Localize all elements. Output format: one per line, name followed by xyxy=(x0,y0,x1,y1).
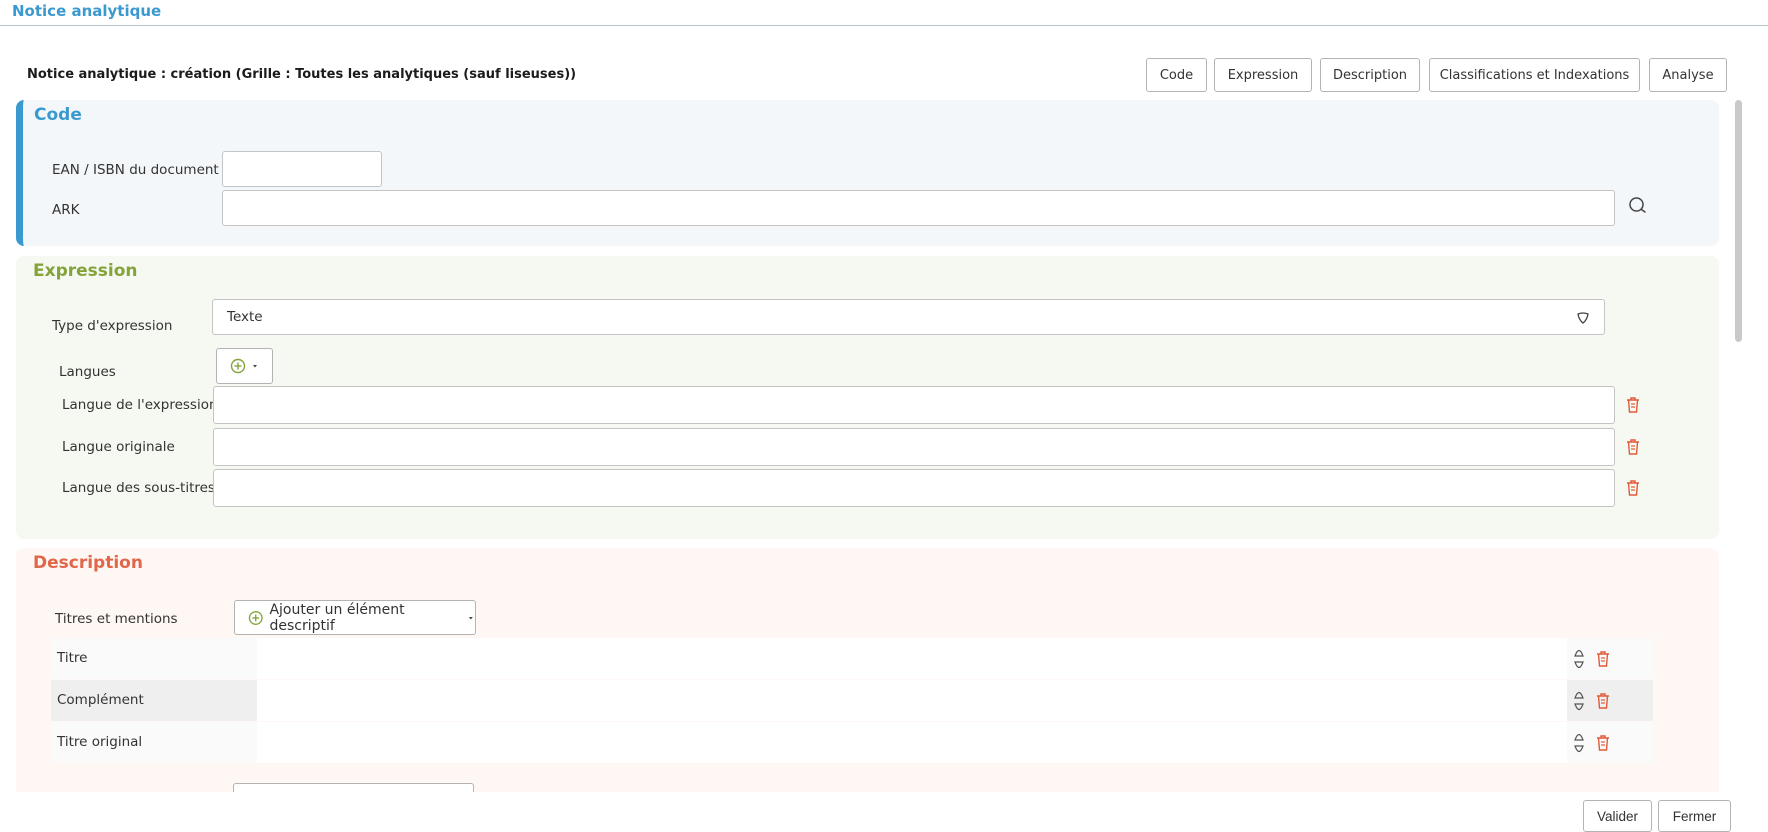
nav-expression-button[interactable]: Expression xyxy=(1214,58,1312,92)
close-button[interactable]: Fermer xyxy=(1658,800,1731,832)
trash-icon[interactable] xyxy=(1595,692,1611,710)
reorder-icon[interactable] xyxy=(1573,688,1585,714)
expression-type-value: Texte xyxy=(227,309,263,325)
chevron-down-icon xyxy=(1577,312,1589,324)
trash-icon[interactable] xyxy=(1625,396,1641,414)
description-section: Description Titres et mentions Ajouter u… xyxy=(16,548,1719,792)
language-row: Langue originale xyxy=(16,426,1719,466)
ark-label: ARK xyxy=(52,202,80,218)
row-label: Titre original xyxy=(57,734,143,750)
nav-analyse-button[interactable]: Analyse xyxy=(1649,58,1727,92)
nav-description-button[interactable]: Description xyxy=(1320,58,1420,92)
reorder-icon[interactable] xyxy=(1573,646,1585,672)
search-icon[interactable] xyxy=(1628,196,1648,216)
expression-section-title: Expression xyxy=(33,261,138,281)
language-input[interactable] xyxy=(213,469,1615,507)
row-value[interactable] xyxy=(257,638,1567,679)
language-label: Langue de l'expression xyxy=(62,397,218,413)
language-input[interactable] xyxy=(213,386,1615,424)
expression-type-select[interactable]: Texte xyxy=(212,299,1605,335)
expression-type-label: Type d'expression xyxy=(52,318,173,334)
language-row: Langue des sous-titres xyxy=(16,467,1719,507)
code-section-title: Code xyxy=(34,105,82,125)
row-value[interactable] xyxy=(257,722,1567,763)
trash-icon[interactable] xyxy=(1625,479,1641,497)
add-descriptive-element-label: Ajouter un élément descriptif xyxy=(269,601,405,634)
trash-icon[interactable] xyxy=(1595,734,1611,752)
header-divider xyxy=(0,25,1768,26)
language-input[interactable] xyxy=(213,428,1615,466)
form-title: Notice analytique : création (Grille : T… xyxy=(27,67,577,82)
table-row[interactable]: Complément xyxy=(51,680,1653,721)
language-row: Langue de l'expression xyxy=(16,384,1719,424)
trash-icon[interactable] xyxy=(1625,438,1641,456)
language-label: Langue des sous-titres xyxy=(62,480,215,496)
form-scroll-area[interactable]: Code EAN / ISBN du document ARK Expressi… xyxy=(0,98,1736,792)
ean-input[interactable] xyxy=(222,151,382,187)
caret-down-icon xyxy=(469,616,474,619)
row-value[interactable] xyxy=(257,680,1567,721)
nav-code-button[interactable]: Code xyxy=(1146,58,1207,92)
caret-down-icon xyxy=(252,365,257,368)
langues-label: Langues xyxy=(59,364,116,380)
trash-icon[interactable] xyxy=(1595,650,1611,668)
table-row[interactable]: Titre xyxy=(51,638,1653,679)
reorder-icon[interactable] xyxy=(1573,730,1585,756)
add-circle-icon xyxy=(230,358,245,374)
add-language-button[interactable] xyxy=(216,348,273,384)
table-row[interactable]: Titre original xyxy=(51,722,1653,763)
code-section: Code EAN / ISBN du document ARK xyxy=(16,100,1719,246)
row-label: Complément xyxy=(57,692,144,708)
titres-label: Titres et mentions xyxy=(55,611,178,627)
ark-input[interactable] xyxy=(222,190,1615,226)
ean-label: EAN / ISBN du document xyxy=(52,162,219,178)
scrollbar-thumb[interactable] xyxy=(1735,100,1742,342)
add-descriptive-element-button[interactable]: Ajouter un élément descriptif xyxy=(234,600,476,635)
row-label: Titre xyxy=(57,650,88,666)
nav-classifications-button[interactable]: Classifications et Indexations xyxy=(1429,58,1640,92)
language-label: Langue originale xyxy=(62,439,175,455)
page-title: Notice analytique xyxy=(12,2,162,20)
next-add-button-partial[interactable] xyxy=(233,783,474,792)
description-section-title: Description xyxy=(33,553,143,573)
expression-section: Expression Type d'expression Texte Langu… xyxy=(16,256,1719,539)
validate-button[interactable]: Valider xyxy=(1583,800,1652,832)
add-circle-icon xyxy=(248,610,263,625)
